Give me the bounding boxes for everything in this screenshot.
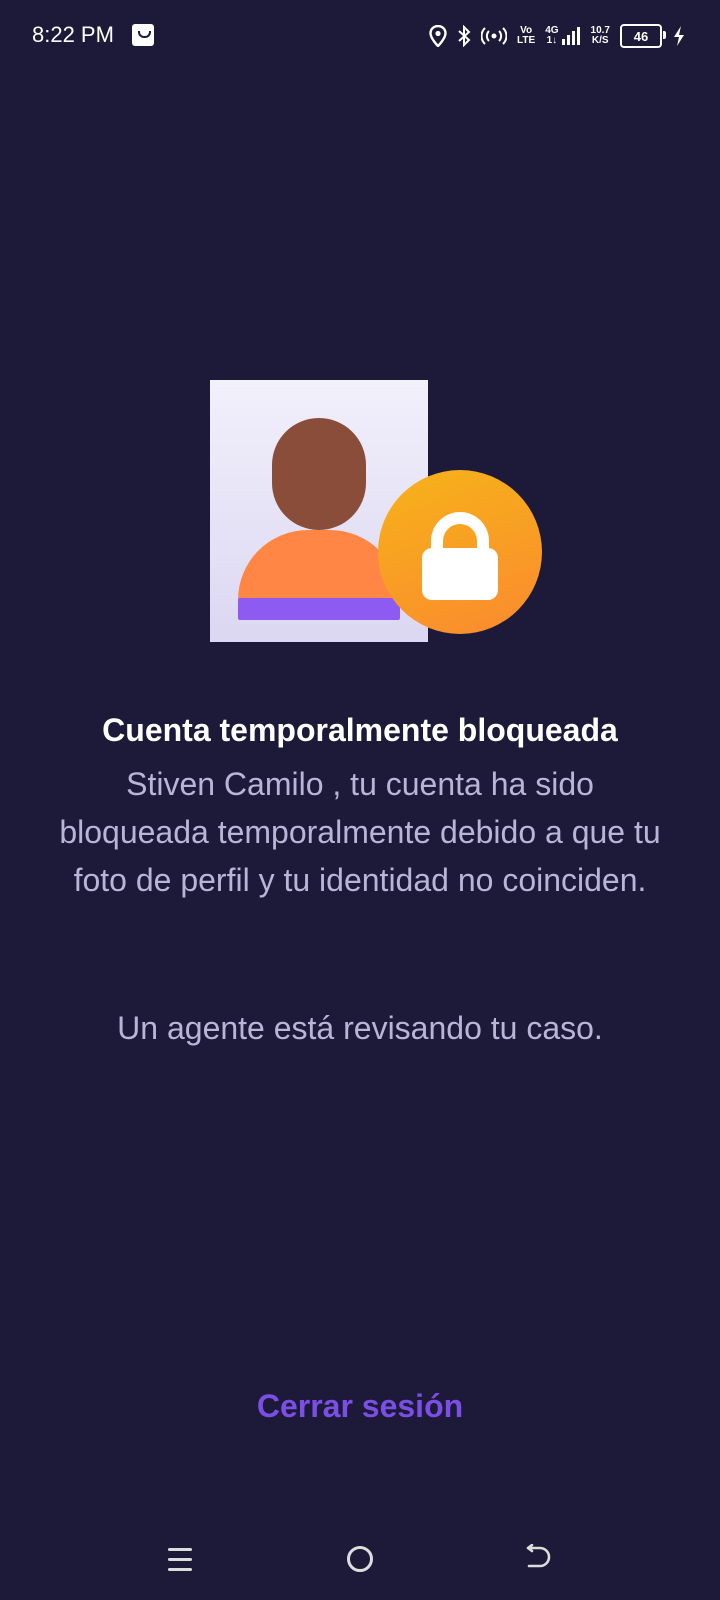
lock-message: Stiven Camilo , tu cuenta ha sido bloque… — [59, 766, 661, 898]
location-icon — [429, 25, 447, 47]
person-body — [238, 530, 400, 600]
status-time: 8:22 PM — [32, 22, 114, 47]
back-icon[interactable] — [526, 1544, 552, 1572]
lock-icon — [378, 470, 542, 634]
network-speed: 10.7 K/S — [590, 25, 610, 46]
system-nav-bar — [0, 1520, 720, 1600]
charging-icon — [674, 26, 684, 46]
battery-level: 46 — [633, 28, 649, 44]
logout-button[interactable]: Cerrar sesión — [0, 1388, 720, 1425]
home-icon[interactable] — [347, 1546, 373, 1572]
status-icons: Vo LTE 4G 1↓ 10.7 K/S 46 — [429, 18, 686, 54]
review-note: Un agente está revisando tu caso. — [117, 1010, 603, 1046]
status-bar: 8:22 PM Vo LTE 4G 1↓ 10.7 K/S 46 — [0, 0, 720, 72]
person-head — [272, 418, 366, 530]
page-title: Cuenta temporalmente bloqueada — [102, 712, 618, 748]
signal-icon: 4G 1↓ — [545, 26, 580, 46]
volte-indicator: Vo LTE — [517, 25, 536, 46]
locked-account-illustration — [200, 370, 560, 650]
menu-icon[interactable] — [168, 1548, 192, 1578]
id-card-bar — [238, 598, 400, 620]
hotspot-icon — [481, 27, 508, 45]
battery-icon: 46 — [620, 24, 666, 48]
shopping-bag-icon — [132, 24, 154, 46]
bluetooth-icon — [458, 25, 471, 47]
